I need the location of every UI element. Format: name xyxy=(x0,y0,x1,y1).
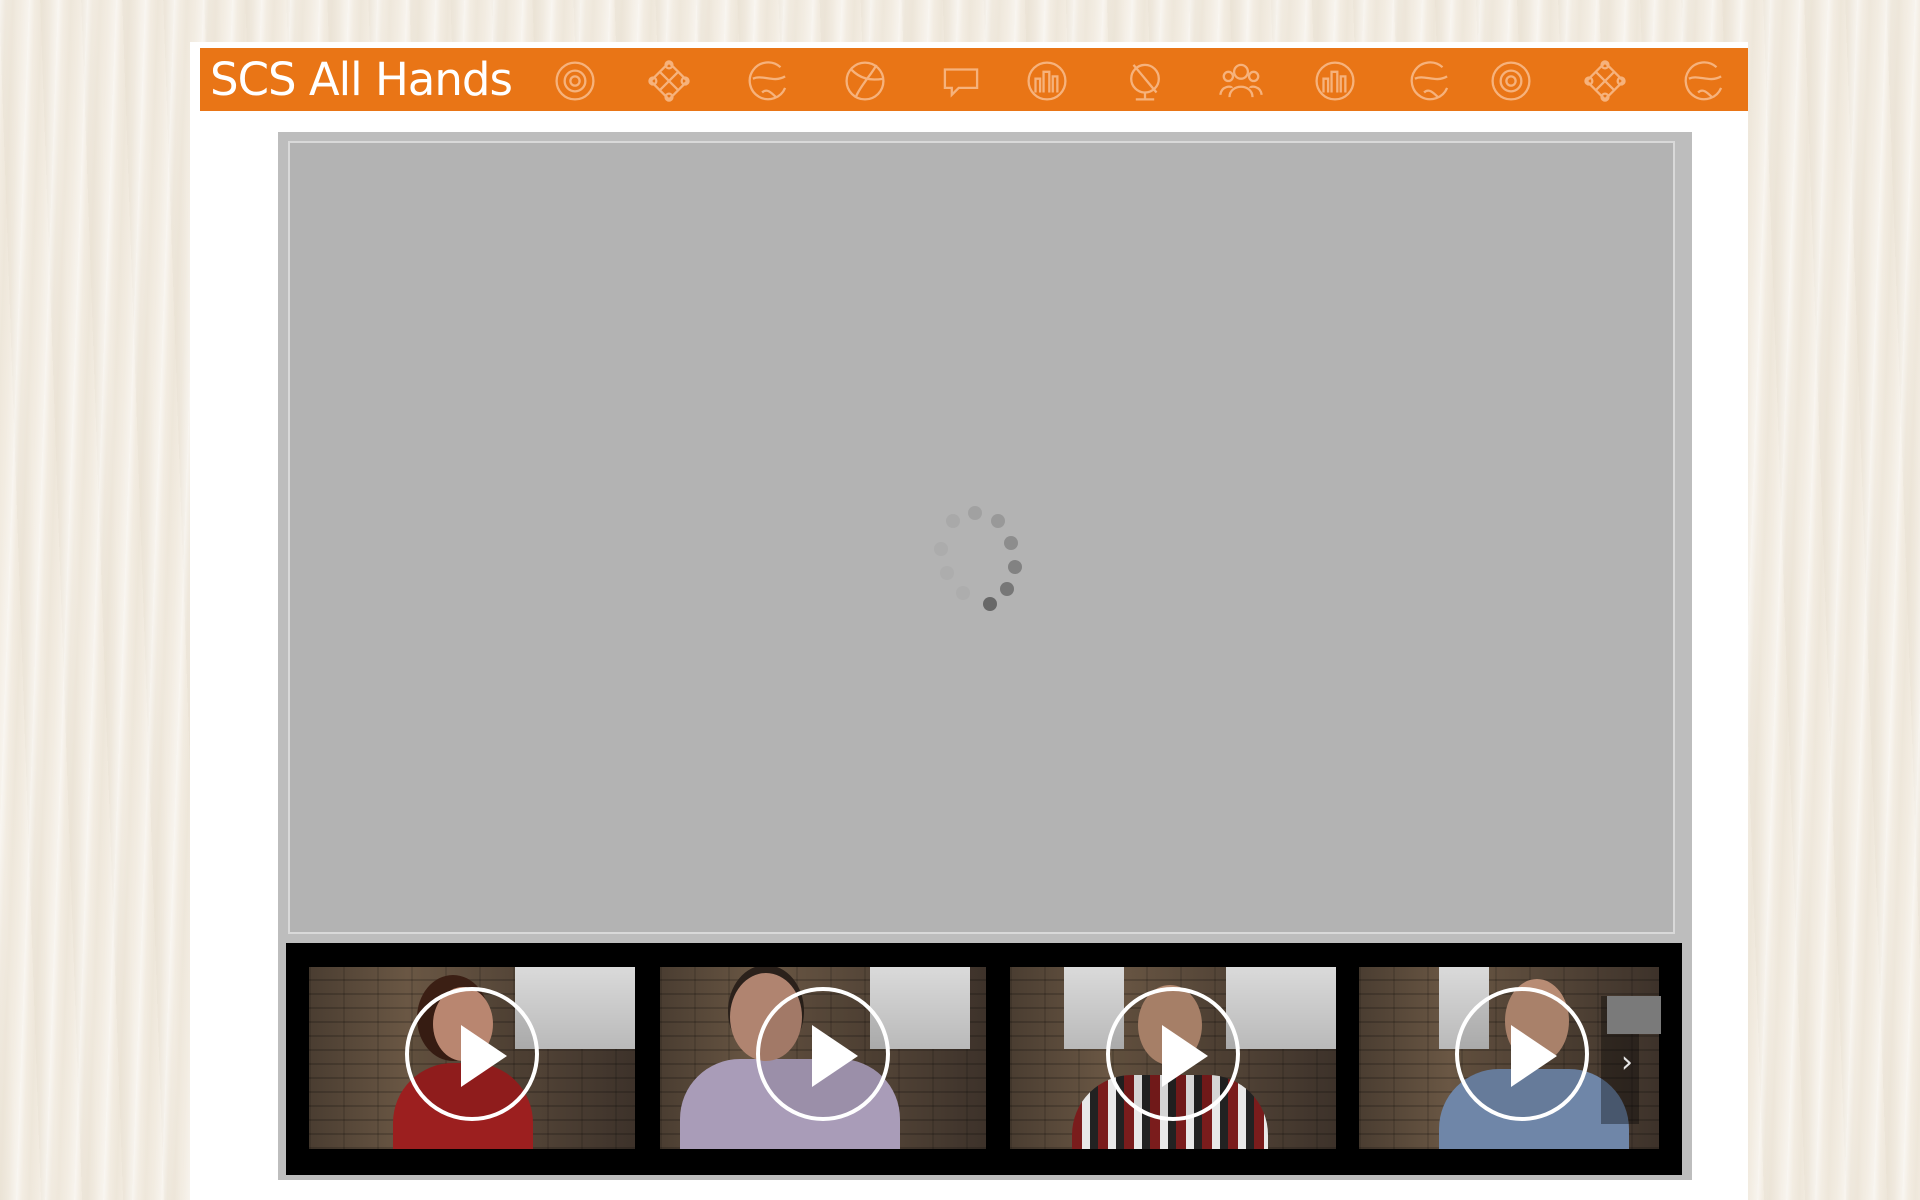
play-button[interactable] xyxy=(1106,987,1240,1121)
globe-icon xyxy=(1410,61,1449,101)
playlist-item[interactable] xyxy=(1010,967,1336,1149)
thumbnail-window xyxy=(1226,967,1336,1049)
playlist-item[interactable] xyxy=(309,967,635,1149)
target-icon xyxy=(1491,61,1531,101)
city-globe-icon xyxy=(1315,61,1355,101)
header-banner: SCS All Hands xyxy=(200,48,1748,111)
globe-icon xyxy=(1684,61,1723,101)
city-globe-icon xyxy=(1027,61,1067,101)
site-title: SCS All Hands xyxy=(210,53,513,106)
globe-icon xyxy=(748,61,787,101)
knot-icon xyxy=(1584,60,1626,102)
desk-globe-icon xyxy=(1130,63,1160,101)
play-button[interactable] xyxy=(1455,987,1589,1121)
playlist-scroll-tab xyxy=(1607,996,1661,1034)
people-icon xyxy=(1219,63,1263,98)
knot-icon xyxy=(648,60,690,102)
playlist-item[interactable] xyxy=(660,967,986,1149)
ball-icon xyxy=(845,61,885,101)
speech-bubble-icon xyxy=(943,68,979,98)
loading-spinner-icon xyxy=(920,500,1030,611)
play-button[interactable] xyxy=(405,987,539,1121)
target-icon xyxy=(555,61,595,101)
play-button[interactable] xyxy=(756,987,890,1121)
chevron-right-icon: › xyxy=(1621,1045,1633,1080)
playlist-next-button[interactable]: › xyxy=(1601,996,1661,1124)
